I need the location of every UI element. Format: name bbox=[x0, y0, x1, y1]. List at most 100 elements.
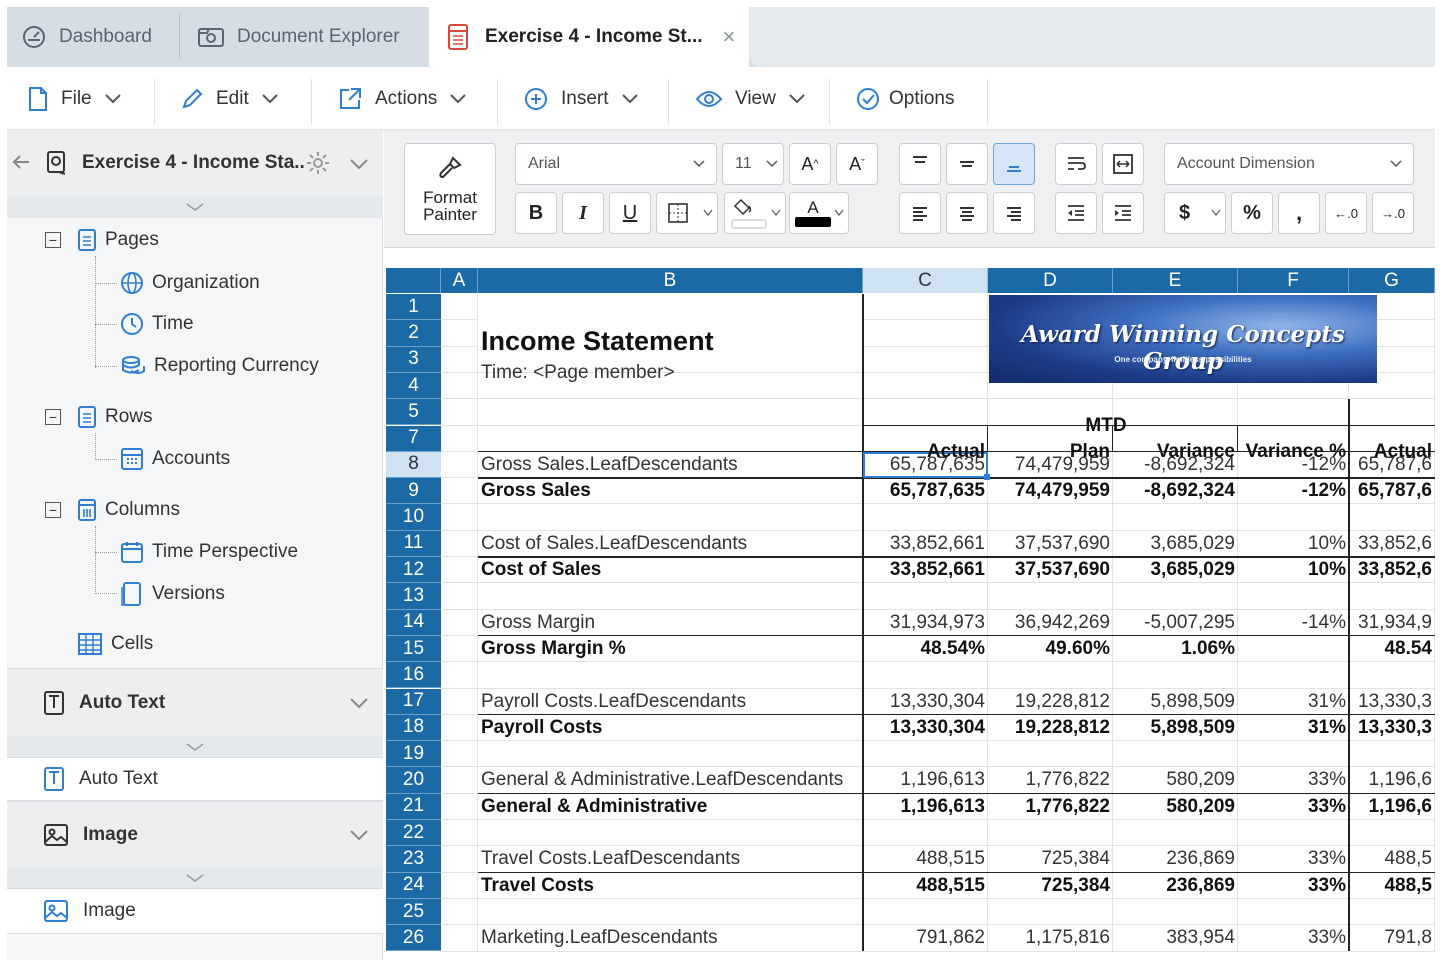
value-cell-f[interactable] bbox=[1238, 662, 1349, 688]
row-label[interactable]: Payroll Costs bbox=[478, 715, 863, 741]
row-header-1[interactable]: 1 bbox=[386, 294, 441, 321]
value-cell-g[interactable] bbox=[1349, 662, 1435, 688]
row-header-4[interactable]: 4 bbox=[386, 372, 441, 400]
row-label[interactable]: Cost of Sales bbox=[478, 557, 863, 583]
row-header-21[interactable]: 21 bbox=[386, 793, 441, 820]
column-header-g[interactable]: G bbox=[1349, 268, 1435, 293]
font-color-button[interactable]: A bbox=[789, 192, 849, 234]
shrink-font-button[interactable]: Aˇ bbox=[836, 143, 878, 185]
section-image[interactable]: Image bbox=[7, 801, 383, 867]
value-cell-e[interactable] bbox=[1113, 583, 1238, 609]
value-cell-f[interactable] bbox=[1238, 583, 1349, 609]
row-label[interactable]: General & Administrative.LeafDescendants bbox=[478, 767, 863, 793]
fill-color-button[interactable] bbox=[724, 192, 786, 234]
value-cell-c[interactable]: 488,515 bbox=[863, 846, 988, 872]
value-cell-g[interactable] bbox=[1349, 583, 1435, 609]
chevron-down-icon[interactable] bbox=[349, 158, 369, 170]
value-cell-e[interactable]: 3,685,029 bbox=[1113, 557, 1238, 583]
menu-file[interactable]: File bbox=[27, 67, 122, 130]
row-header-5[interactable]: 5 bbox=[386, 399, 441, 426]
row-label[interactable] bbox=[478, 741, 863, 767]
value-cell-c[interactable] bbox=[863, 583, 988, 609]
row-label[interactable]: Travel Costs.LeafDescendants bbox=[478, 846, 863, 872]
increase-indent-button[interactable] bbox=[1102, 192, 1144, 234]
row-label[interactable]: Marketing.LeafDescendants bbox=[478, 925, 863, 951]
value-cell-g[interactable]: 13,330,3 bbox=[1349, 689, 1435, 715]
column-header-e[interactable]: E bbox=[1113, 268, 1238, 293]
value-cell-c[interactable]: 65,787,635 bbox=[863, 478, 988, 504]
comma-format-button[interactable]: , bbox=[1278, 192, 1320, 234]
italic-button[interactable]: I bbox=[562, 192, 604, 234]
value-cell-g[interactable]: 13,330,3 bbox=[1349, 715, 1435, 741]
value-cell-c[interactable] bbox=[863, 820, 988, 846]
value-cell-e[interactable]: 5,898,509 bbox=[1113, 689, 1238, 715]
value-cell-c[interactable]: 13,330,304 bbox=[863, 689, 988, 715]
chevron-down-icon[interactable] bbox=[349, 697, 369, 709]
align-right-button[interactable] bbox=[993, 192, 1035, 234]
value-cell-g[interactable]: 488,5 bbox=[1349, 846, 1435, 872]
align-center-button[interactable] bbox=[946, 192, 988, 234]
percent-format-button[interactable]: % bbox=[1231, 192, 1273, 234]
value-cell-d[interactable]: 37,537,690 bbox=[988, 557, 1113, 583]
value-cell-e[interactable] bbox=[1113, 504, 1238, 530]
value-cell-c[interactable]: 33,852,661 bbox=[863, 557, 988, 583]
row-header-17[interactable]: 17 bbox=[386, 688, 441, 715]
row-label[interactable]: Gross Margin bbox=[478, 610, 863, 636]
tree-node-rows[interactable]: − Rows bbox=[45, 405, 153, 429]
merge-cells-button[interactable] bbox=[1102, 143, 1144, 185]
value-cell-g[interactable]: 65,787,6 bbox=[1349, 478, 1435, 504]
value-cell-e[interactable] bbox=[1113, 741, 1238, 767]
menu-view[interactable]: View bbox=[695, 67, 806, 130]
value-cell-d[interactable]: 74,479,959 bbox=[988, 478, 1113, 504]
value-cell-f[interactable]: 33% bbox=[1238, 846, 1349, 872]
collapse-toggle-icon[interactable]: − bbox=[45, 502, 61, 518]
fill-handle[interactable] bbox=[984, 474, 990, 481]
value-cell-f[interactable] bbox=[1238, 899, 1349, 925]
value-cell-d[interactable] bbox=[988, 662, 1113, 688]
collapse-bar[interactable] bbox=[7, 867, 383, 889]
value-cell-d[interactable] bbox=[988, 504, 1113, 530]
value-cell-d[interactable] bbox=[988, 820, 1113, 846]
value-cell-c[interactable]: 1,196,613 bbox=[863, 767, 988, 793]
row-label[interactable]: General & Administrative bbox=[478, 794, 863, 820]
tree-node-versions[interactable]: Versions bbox=[120, 581, 225, 607]
row-header-24[interactable]: 24 bbox=[386, 872, 441, 899]
tree-node-pages[interactable]: − Pages bbox=[45, 228, 159, 252]
value-cell-e[interactable]: 1.06% bbox=[1113, 636, 1238, 662]
value-cell-g[interactable]: 488,5 bbox=[1349, 873, 1435, 899]
value-cell-g[interactable]: 1,196,6 bbox=[1349, 794, 1435, 820]
value-cell-f[interactable]: 10% bbox=[1238, 531, 1349, 557]
column-header-d[interactable]: D bbox=[988, 268, 1113, 293]
value-cell-c[interactable] bbox=[863, 899, 988, 925]
tab-dashboard[interactable]: Dashboard bbox=[21, 7, 152, 67]
value-cell-d[interactable]: 19,228,812 bbox=[988, 715, 1113, 741]
font-size-select[interactable]: 11 bbox=[722, 143, 784, 185]
value-cell-c[interactable] bbox=[863, 741, 988, 767]
collapse-toggle-icon[interactable]: − bbox=[45, 409, 61, 425]
value-cell-e[interactable]: 236,869 bbox=[1113, 873, 1238, 899]
row-label[interactable]: Gross Sales bbox=[478, 478, 863, 504]
value-cell-c[interactable]: 488,515 bbox=[863, 873, 988, 899]
underline-button[interactable]: U bbox=[609, 192, 651, 234]
back-arrow-icon[interactable] bbox=[11, 152, 31, 172]
decrease-indent-button[interactable] bbox=[1055, 192, 1097, 234]
value-cell-g[interactable] bbox=[1349, 741, 1435, 767]
section-auto-text[interactable]: Auto Text bbox=[7, 668, 383, 736]
value-cell-d[interactable]: 37,537,690 bbox=[988, 531, 1113, 557]
tree-node-time-perspective[interactable]: Time Perspective bbox=[120, 540, 298, 564]
value-cell-d[interactable]: 1,175,816 bbox=[988, 925, 1113, 951]
value-cell-d[interactable] bbox=[988, 741, 1113, 767]
value-cell-c[interactable]: 1,196,613 bbox=[863, 794, 988, 820]
menu-edit[interactable]: Edit bbox=[180, 67, 279, 130]
value-cell-f[interactable]: -12% bbox=[1238, 478, 1349, 504]
value-cell-g[interactable]: 48.54 bbox=[1349, 636, 1435, 662]
value-cell-d[interactable]: 36,942,269 bbox=[988, 610, 1113, 636]
value-cell-e[interactable]: -5,007,295 bbox=[1113, 610, 1238, 636]
gear-icon[interactable] bbox=[305, 150, 331, 176]
decrease-decimal-button[interactable]: ←.0 bbox=[1325, 192, 1367, 234]
align-bottom-button[interactable] bbox=[993, 143, 1035, 185]
tab-document-explorer[interactable]: Document Explorer bbox=[197, 7, 400, 67]
align-middle-button[interactable] bbox=[946, 143, 988, 185]
row-label[interactable]: Payroll Costs.LeafDescendants bbox=[478, 689, 863, 715]
row-header-20[interactable]: 20 bbox=[386, 767, 441, 794]
